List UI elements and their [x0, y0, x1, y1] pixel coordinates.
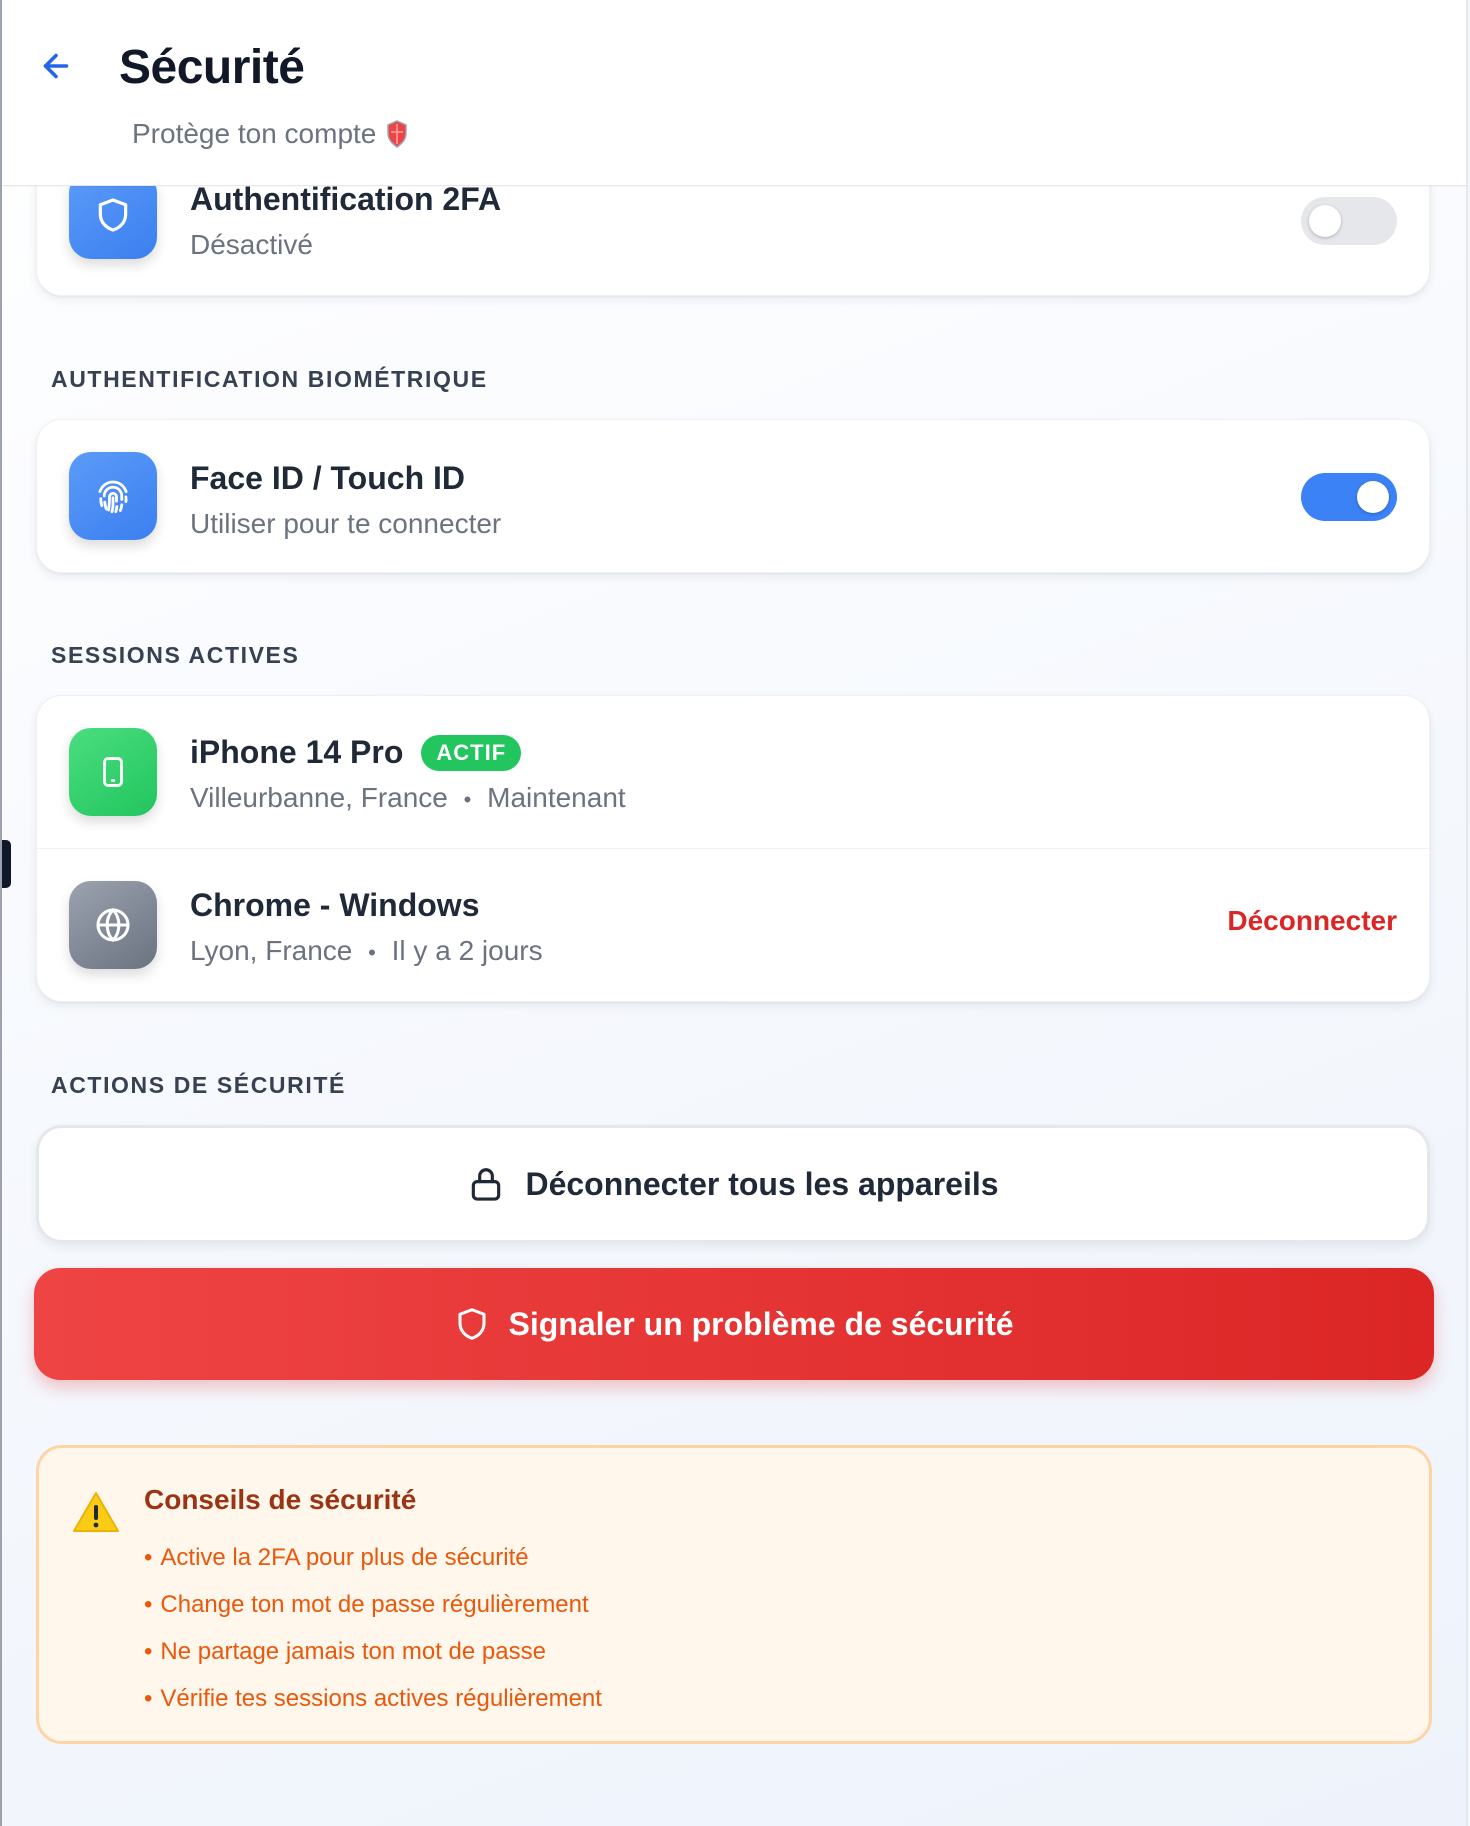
session-device-name: Chrome - Windows [190, 887, 480, 923]
smartphone-icon [103, 757, 123, 787]
fingerprint-icon [98, 480, 128, 514]
logout-all-label: Déconnecter tous les appareils [525, 1165, 999, 1202]
tip-text: Ne partage jamais ton mot de passe [160, 1638, 546, 1665]
tip-text: Active la 2FA pour plus de sécurité [160, 1544, 529, 1571]
sessions-section-label: SESSIONS ACTIVES [51, 642, 300, 668]
session-row: iPhone 14 Pro ACTIF Villeurbanne, France… [37, 696, 1429, 848]
biometric-toggle[interactable] [1301, 473, 1397, 521]
disconnect-session-button[interactable]: Déconnecter [1227, 905, 1397, 937]
window-side-handle[interactable] [2, 840, 11, 888]
tip-bullet: • [144, 1544, 153, 1571]
arrow-left-icon [43, 53, 69, 79]
tip-text: Vérifie tes sessions actives régulièreme… [160, 1685, 602, 1712]
two-factor-toggle[interactable] [1301, 197, 1397, 245]
tips-title: Conseils de sécurité [144, 1484, 417, 1515]
shield-icon [458, 1308, 486, 1340]
session-icon-tile [69, 728, 157, 816]
tip-item: • Ne partage jamais ton mot de passe [144, 1628, 602, 1675]
session-separator: • [463, 787, 472, 812]
biometric-title: Face ID / Touch ID [190, 460, 465, 496]
session-device-name: iPhone 14 Pro [190, 734, 404, 770]
logout-all-button[interactable]: Déconnecter tous les appareils [36, 1125, 1430, 1243]
session-row: Chrome - Windows Lyon, France • Il y a 2… [37, 849, 1429, 1001]
tip-text: Change ton mot de passe régulièrement [160, 1591, 589, 1618]
page-title: Sécurité [119, 41, 305, 94]
sessions-card: iPhone 14 Pro ACTIF Villeurbanne, France… [36, 695, 1430, 1002]
warning-icon [73, 1492, 119, 1532]
security-tips-card: Conseils de sécurité • Active la 2FA pour… [36, 1445, 1432, 1744]
tip-item: • Change ton mot de passe régulièrement [144, 1581, 602, 1628]
tips-list: • Active la 2FA pour plus de sécurité • Ch… [144, 1534, 602, 1722]
biometric-subtitle: Utiliser pour te connecter [190, 508, 502, 539]
shield-emoji-icon [387, 120, 408, 148]
status-badge: ACTIF [421, 734, 522, 771]
toggle-knob [1309, 205, 1341, 237]
report-problem-label: Signaler un problème de sécurité [508, 1305, 1014, 1342]
session-details: Villeurbanne, France • Maintenant [190, 782, 626, 814]
session-location: Lyon, France [190, 935, 353, 966]
tip-bullet: • [144, 1638, 153, 1665]
two-factor-title: Authentification 2FA [190, 181, 502, 217]
report-problem-button[interactable]: Signaler un problème de sécurité [34, 1268, 1434, 1380]
tip-item: • Vérifie tes sessions actives régulièrem… [144, 1675, 602, 1722]
actions-section-label: ACTIONS DE SÉCURITÉ [51, 1072, 346, 1098]
tip-bullet: • [144, 1685, 153, 1712]
session-details: Lyon, France • Il y a 2 jours [190, 935, 543, 967]
session-location: Villeurbanne, France [190, 782, 448, 813]
biometric-card: Face ID / Touch ID Utiliser pour te conn… [36, 419, 1430, 573]
two-factor-status: Désactivé [190, 229, 313, 260]
biometric-icon-tile [69, 452, 157, 540]
security-page: Sécurité Protège ton compte Authentifica… [2, 0, 1468, 1826]
session-separator: • [368, 940, 376, 965]
page-header: Sécurité Protège ton compte [2, 0, 1466, 186]
session-title: Chrome - Windows [190, 887, 479, 924]
page-subtitle: Protège ton compte [132, 118, 408, 150]
shield-icon [98, 198, 128, 232]
tip-bullet: • [144, 1591, 153, 1618]
tip-item: • Active la 2FA pour plus de sécurité [144, 1534, 602, 1581]
session-title: iPhone 14 Pro ACTIF [190, 734, 522, 771]
globe-icon [96, 907, 130, 943]
biometric-section-label: AUTHENTIFICATION BIOMÉTRIQUE [51, 366, 488, 392]
lock-icon [472, 1168, 501, 1201]
session-time: Maintenant [487, 782, 626, 813]
session-time: Il y a 2 jours [391, 935, 543, 966]
session-icon-tile [69, 881, 157, 969]
toggle-knob [1357, 481, 1389, 513]
back-button[interactable] [34, 44, 78, 88]
page-subtitle-text: Protège ton compte [132, 118, 377, 149]
